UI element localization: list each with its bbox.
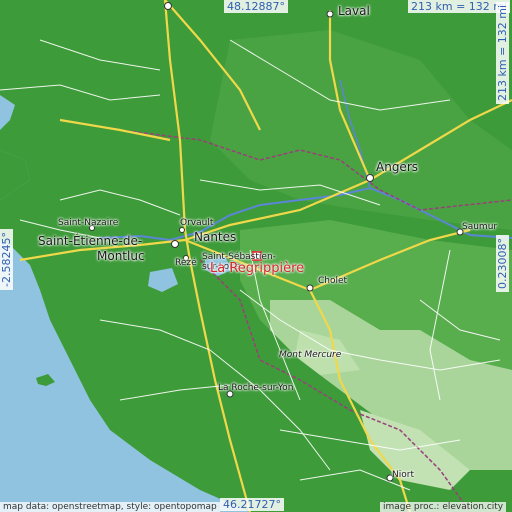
place-saint-etienne-line1: Saint-Étienne-de- <box>38 234 143 248</box>
image-credit: image proc.: elevation.city <box>380 502 507 512</box>
coord-right-longitude: 0.23008° <box>496 235 509 292</box>
place-la-roche-sur-yon: La Roche-sur-Yon <box>218 383 294 393</box>
place-saint-nazaire: Saint-Nazaire <box>58 218 119 228</box>
place-nantes: Nantes <box>194 230 237 244</box>
coord-top-latitude: 48.12887° <box>224 0 288 13</box>
place-la-regrippiere: La Regrippière <box>210 261 305 276</box>
coord-left-longitude: -2.58245° <box>0 229 13 290</box>
place-laval: Laval <box>338 4 370 18</box>
place-angers: Angers <box>376 160 418 174</box>
scale-horizontal: 213 km = 132 mi <box>408 0 511 13</box>
place-reze: Rezé <box>175 258 197 268</box>
place-mont-mercure: Mont Mercure <box>279 350 342 360</box>
coord-bottom-latitude: 46.21727° <box>220 498 284 511</box>
map-view[interactable]: Laval Angers Saumur Saint-Nazaire Saint-… <box>0 0 512 512</box>
scale-vertical: 213 km = 132 mi <box>496 1 509 104</box>
map-credit: map data: openstreetmap, style: opentopo… <box>0 502 220 512</box>
place-saumur: Saumur <box>462 222 498 232</box>
place-saint-etienne-line2: Montluc <box>97 249 145 263</box>
place-cholet: Cholet <box>318 276 348 286</box>
place-niort: Niort <box>392 470 414 480</box>
place-orvault: Orvault <box>180 218 214 228</box>
